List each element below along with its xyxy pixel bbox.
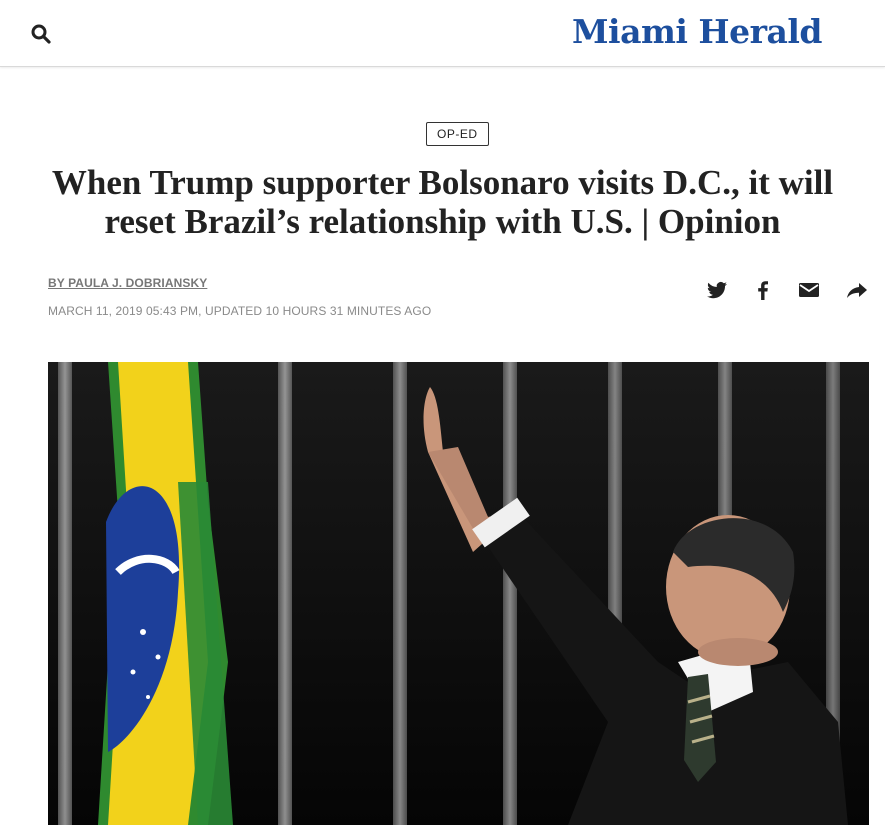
author-byline[interactable]: BY PAULA J. DOBRIANSKY	[48, 276, 207, 290]
share-icon[interactable]	[844, 278, 870, 302]
article-dateline: MARCH 11, 2019 05:43 PM, UPDATED 10 HOUR…	[48, 304, 432, 318]
facebook-icon[interactable]	[750, 278, 776, 302]
site-logo[interactable]: Miami Herald	[572, 12, 822, 51]
site-header: Miami Herald	[0, 0, 885, 67]
email-icon[interactable]	[796, 278, 822, 302]
article-hero-image	[48, 362, 869, 825]
section-tag[interactable]: OP-ED	[426, 122, 489, 146]
twitter-icon[interactable]	[704, 278, 730, 302]
article-headline: When Trump supporter Bolsonaro visits D.…	[51, 163, 834, 241]
search-icon[interactable]	[29, 22, 53, 46]
